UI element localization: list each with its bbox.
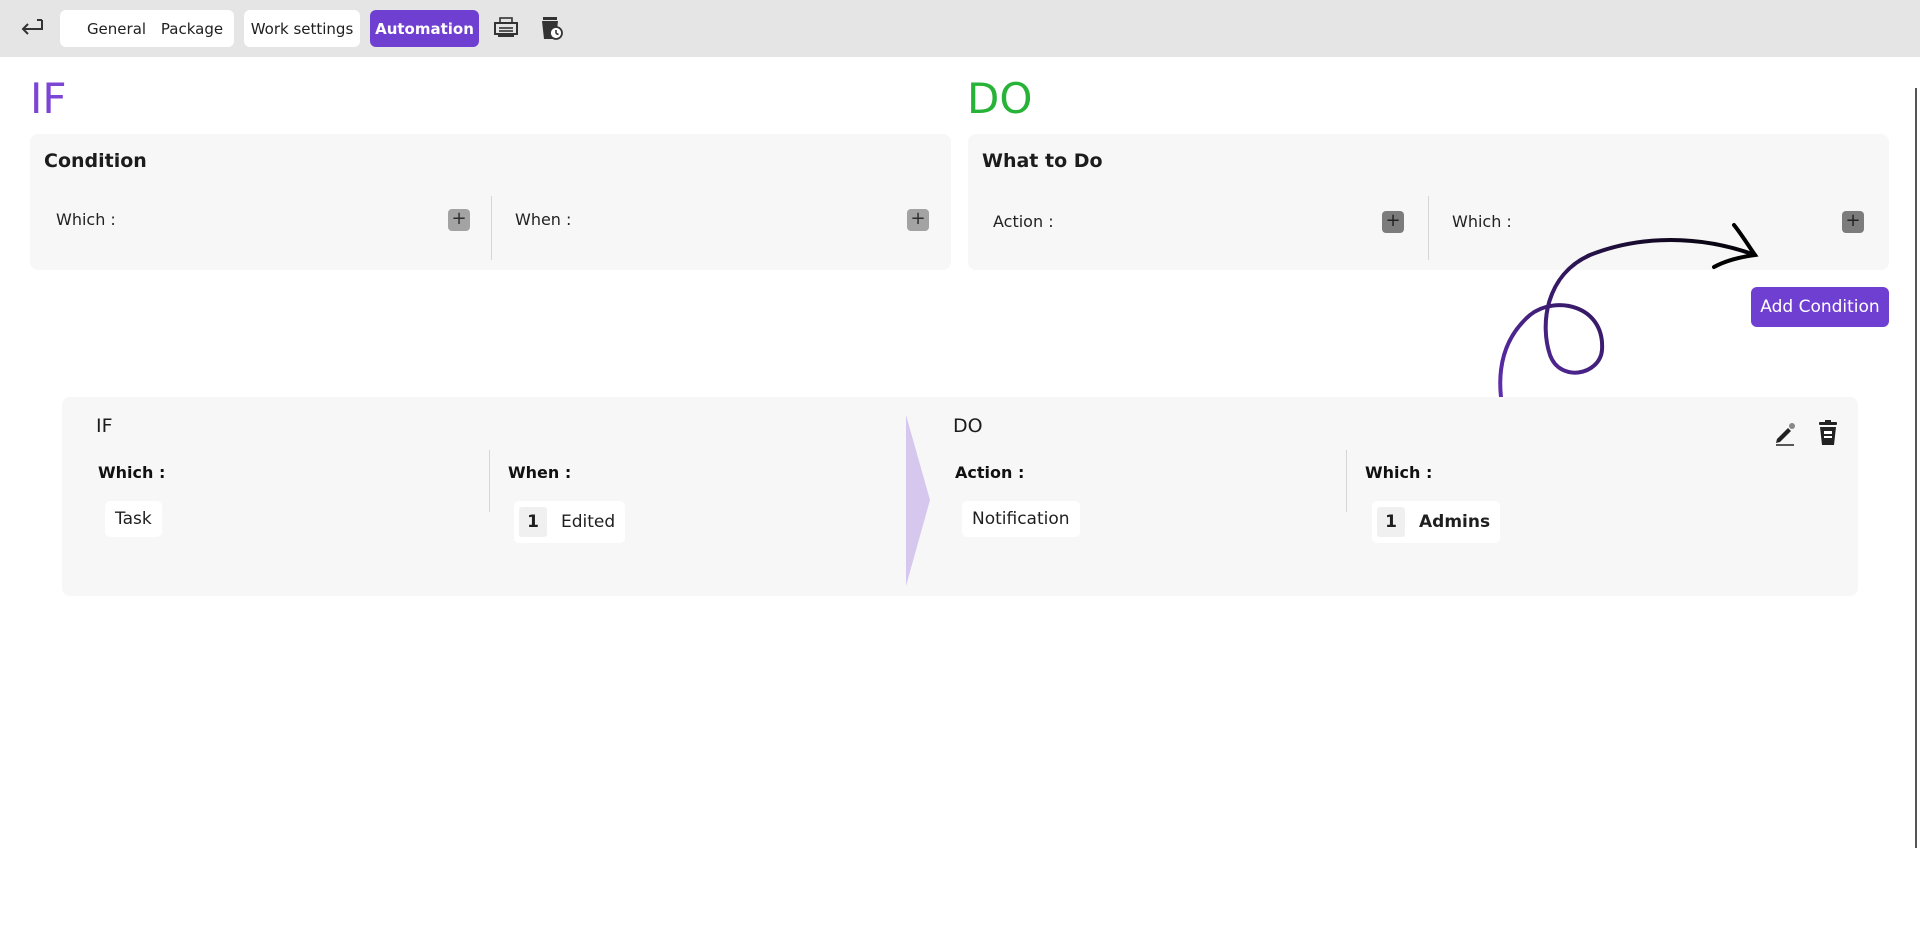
condition-title: Condition	[44, 150, 147, 172]
rule-action-label: Action :	[955, 463, 1025, 482]
do-which-count: 1	[1377, 507, 1405, 537]
when-label: When :	[515, 210, 572, 229]
action-value-chip: Notification	[962, 501, 1080, 537]
which-value-chip: Task	[105, 501, 162, 537]
do-which-value: Admins	[1419, 512, 1491, 532]
tab-package[interactable]: Package	[150, 10, 234, 47]
rule-card: IF Which : Task When : 1 Edited DO Actio…	[62, 397, 1858, 596]
delete-icon[interactable]	[1815, 419, 1841, 447]
do-which-label: Which :	[1452, 212, 1512, 231]
rule-do-heading: DO	[953, 415, 983, 437]
rule-when-label: When :	[508, 463, 572, 482]
return-arrow-icon[interactable]	[18, 14, 46, 40]
when-value-chip: 1 Edited	[514, 501, 626, 543]
when-count: 1	[519, 507, 547, 537]
rule-which-label: Which :	[98, 463, 166, 482]
print-icon[interactable]	[492, 14, 520, 42]
rule-if-heading: IF	[96, 415, 113, 437]
add-do-which-button[interactable]: +	[1842, 211, 1864, 233]
trash-clock-icon[interactable]	[537, 14, 565, 42]
top-toolbar: General Package Work settings Automation	[0, 0, 1920, 57]
what-to-do-title: What to Do	[982, 150, 1103, 172]
edit-icon[interactable]	[1772, 419, 1798, 447]
condition-panel: Condition Which : + When : +	[30, 134, 951, 270]
rule-arrow-separator	[906, 415, 930, 586]
do-heading: DO	[967, 74, 1033, 123]
tab-work-settings[interactable]: Work settings	[244, 10, 360, 47]
action-value: Notification	[972, 509, 1070, 529]
add-when-button[interactable]: +	[907, 209, 929, 231]
when-value: Edited	[561, 512, 616, 532]
action-label: Action :	[993, 212, 1054, 231]
which-value: Task	[115, 509, 152, 529]
do-which-value-chip: 1 Admins	[1372, 501, 1501, 543]
vertical-scrollbar[interactable]	[1915, 88, 1917, 848]
panel-divider	[491, 196, 492, 260]
panel-divider	[1428, 196, 1429, 260]
add-which-button[interactable]: +	[448, 209, 470, 231]
tab-automation[interactable]: Automation	[370, 10, 479, 47]
add-condition-button[interactable]: Add Condition	[1751, 287, 1889, 327]
rule-divider	[489, 450, 490, 512]
what-to-do-panel: What to Do Action : + Which : +	[968, 134, 1889, 270]
add-action-button[interactable]: +	[1382, 211, 1404, 233]
rule-divider	[1346, 450, 1347, 512]
which-label: Which :	[56, 210, 116, 229]
if-heading: IF	[30, 74, 67, 123]
rule-do-which-label: Which :	[1365, 463, 1433, 482]
